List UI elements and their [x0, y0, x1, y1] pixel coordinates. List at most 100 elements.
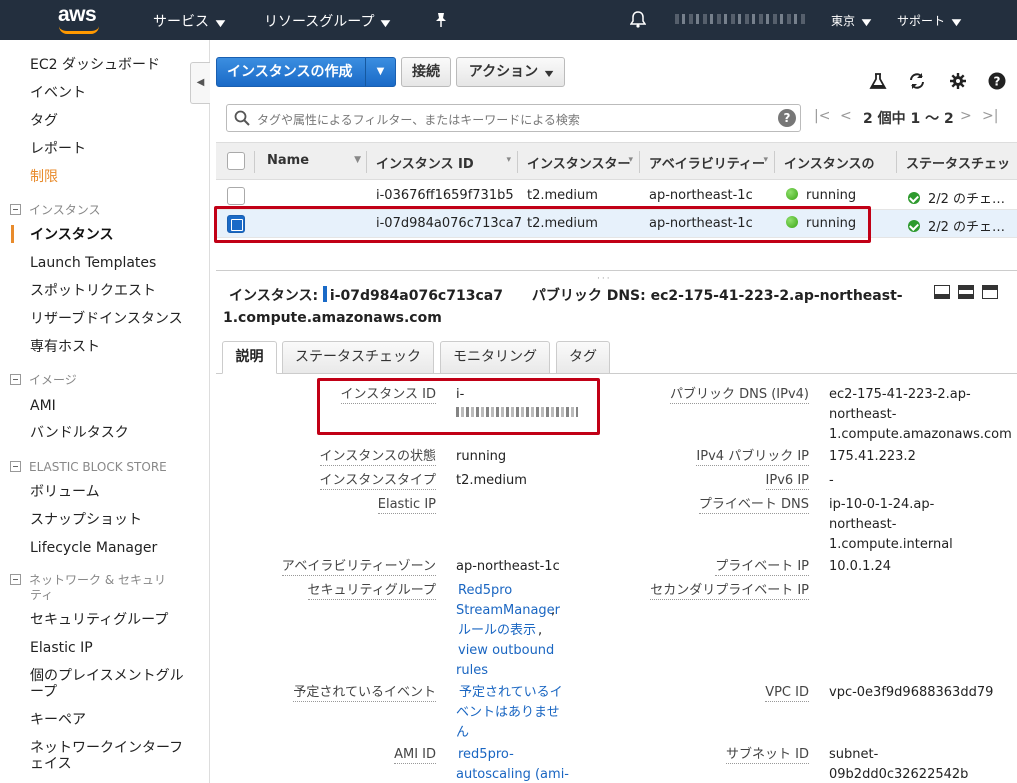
- sidebar-item-dedicated-hosts[interactable]: 専有ホスト: [30, 339, 100, 355]
- vpc-id-label: VPC ID: [765, 683, 809, 703]
- scheduled-events-link-cont[interactable]: ベントはありませ: [456, 703, 560, 723]
- first-page-button[interactable]: |<: [814, 108, 830, 124]
- collapse-icon: [10, 574, 21, 585]
- sidebar-item-lifecycle-manager[interactable]: Lifecycle Manager: [30, 540, 157, 556]
- column-divider: [639, 151, 640, 173]
- region-menu[interactable]: 東京 ▼: [831, 12, 872, 29]
- resource-groups-menu[interactable]: リソースグループ ▼: [264, 11, 391, 31]
- services-label: サービス: [153, 14, 209, 30]
- public-dns-value-cont: 1.compute.amazonaws.com: [223, 310, 442, 326]
- bell-icon[interactable]: [630, 11, 646, 28]
- cell-availability-zone: ap-northeast-1c: [649, 188, 753, 203]
- sidebar-section-network-security[interactable]: ネットワーク & セキュリ: [10, 573, 166, 587]
- sidebar-item-events[interactable]: イベント: [30, 85, 86, 101]
- security-groups-label: セキュリティグループ: [307, 581, 437, 601]
- security-group-link[interactable]: Red5pro: [458, 581, 512, 601]
- ami-id-link-cont[interactable]: autoscaling (ami-: [456, 765, 569, 783]
- sidebar-item-placement-groups[interactable]: 個のプレイスメントグル: [30, 668, 184, 684]
- support-label: サポート: [897, 14, 946, 28]
- chevron-down-icon: ▼: [861, 18, 872, 28]
- column-divider: [896, 151, 897, 173]
- view-rules-link[interactable]: ルールの表示: [458, 621, 536, 641]
- sidebar-item-snapshots[interactable]: スナップショット: [30, 512, 142, 528]
- sidebar-item-reserved-instances[interactable]: リザーブドインスタンス: [30, 311, 183, 327]
- collapse-icon: [10, 204, 21, 215]
- sidebar-item-ec2-dashboard[interactable]: EC2 ダッシュボード: [30, 57, 160, 73]
- sidebar-section-images[interactable]: イメージ: [10, 373, 77, 387]
- sidebar-item-spot-requests[interactable]: スポットリクエスト: [30, 283, 156, 299]
- sidebar-item-limits[interactable]: 制限: [30, 169, 58, 185]
- sidebar-item-network-interfaces-cont[interactable]: ェイス: [30, 756, 72, 772]
- aws-logo[interactable]: aws: [58, 3, 97, 27]
- sidebar-item-launch-templates[interactable]: Launch Templates: [30, 255, 156, 271]
- sidebar-section-instances[interactable]: インスタンス: [10, 203, 101, 217]
- drag-handle-icon[interactable]: ···: [597, 274, 612, 284]
- next-page-button[interactable]: >: [960, 108, 972, 124]
- security-group-link-cont[interactable]: StreamManager: [456, 601, 560, 621]
- sidebar-item-ami[interactable]: AMI: [30, 398, 56, 414]
- sidebar-item-instances[interactable]: インスタンス: [30, 227, 113, 243]
- prev-page-button[interactable]: <: [840, 108, 852, 124]
- support-menu[interactable]: サポート ▼: [897, 12, 961, 29]
- ipv6-ip-label: IPv6 IP: [765, 471, 810, 491]
- sidebar-item-volumes[interactable]: ボリューム: [30, 484, 100, 500]
- create-instance-button[interactable]: インスタンスの作成 ▼: [216, 57, 396, 87]
- column-header-availability-zone[interactable]: アベイラビリティー ▾: [649, 153, 768, 172]
- column-divider: [774, 151, 775, 173]
- help-icon[interactable]: ?: [988, 72, 1006, 90]
- services-menu[interactable]: サービス ▼: [153, 11, 225, 31]
- instance-state-label: インスタンスの状態: [319, 447, 437, 467]
- column-header-instance-type[interactable]: インスタンスター ▾: [527, 153, 633, 172]
- column-header-status-checks[interactable]: ステータスチェッ: [906, 153, 1017, 172]
- account-menu[interactable]: [675, 14, 805, 24]
- help-icon[interactable]: ?: [778, 109, 796, 127]
- connect-button[interactable]: 接続: [401, 57, 451, 87]
- create-instance-label: インスタンスの作成: [227, 64, 353, 80]
- ipv4-public-ip-label: IPv4 パブリック IP: [696, 447, 809, 467]
- column-header-instance-state[interactable]: インスタンスの: [784, 153, 888, 172]
- sidebar-item-placement-groups-cont[interactable]: ープ: [30, 684, 57, 700]
- sidebar-item-reports[interactable]: レポート: [30, 141, 86, 157]
- search-placeholder: タグや属性によるフィルター、またはキーワードによる検索: [257, 113, 580, 127]
- scheduled-events-link-cont[interactable]: ん: [456, 723, 469, 743]
- sidebar-item-tags[interactable]: タグ: [30, 113, 58, 129]
- sidebar-item-security-groups[interactable]: セキュリティグループ: [30, 612, 168, 628]
- sidebar-item-network-interfaces[interactable]: ネットワークインターフ: [30, 740, 183, 756]
- layout-split-icon[interactable]: [958, 285, 974, 299]
- view-outbound-rules-link-cont[interactable]: rules: [456, 661, 488, 681]
- active-indicator: [11, 225, 14, 243]
- sidebar-collapse-button[interactable]: ◀: [190, 62, 210, 104]
- flask-icon[interactable]: [869, 72, 887, 90]
- view-outbound-rules-link[interactable]: view outbound: [458, 641, 554, 661]
- sidebar-item-key-pairs[interactable]: キーペア: [30, 712, 86, 728]
- chevron-down-icon[interactable]: ▼: [365, 58, 395, 86]
- layout-top-icon[interactable]: [982, 285, 998, 299]
- refresh-icon[interactable]: [908, 72, 926, 90]
- public-dns-ipv4-value-cont: northeast-: [829, 407, 897, 422]
- actions-button[interactable]: アクション ▼: [456, 57, 565, 87]
- column-header-instance-id[interactable]: インスタンス ID ▾: [376, 153, 511, 172]
- tab-status-checks[interactable]: ステータスチェック: [282, 341, 434, 374]
- tab-description[interactable]: 説明: [222, 341, 277, 374]
- row-checkbox[interactable]: [227, 187, 245, 205]
- pin-icon[interactable]: [434, 12, 448, 28]
- tab-monitoring[interactable]: モニタリング: [440, 341, 550, 374]
- tab-tags[interactable]: タグ: [556, 341, 610, 374]
- scheduled-events-link[interactable]: 予定されているイ: [459, 683, 563, 703]
- sidebar-section-ebs[interactable]: ELASTIC BLOCK STORE: [10, 460, 167, 474]
- highlight-box: [317, 378, 600, 435]
- column-label: インスタンスター: [527, 157, 631, 172]
- sidebar-item-elastic-ip[interactable]: Elastic IP: [30, 640, 93, 656]
- cell-status-checks: 2/2 のチェ…: [908, 188, 1005, 207]
- state-label: running: [806, 188, 857, 203]
- search-filter-input[interactable]: タグや属性によるフィルター、またはキーワードによる検索 ?: [226, 104, 801, 132]
- column-header-name[interactable]: Name ▼: [267, 153, 361, 168]
- ami-id-link[interactable]: red5pro-: [458, 745, 514, 765]
- gear-icon[interactable]: [949, 72, 967, 90]
- separator: ,: [538, 623, 543, 638]
- layout-bottom-icon[interactable]: [934, 285, 950, 299]
- select-all-checkbox[interactable]: [227, 152, 245, 170]
- sidebar-item-bundle-tasks[interactable]: バンドルタスク: [30, 425, 129, 441]
- last-page-button[interactable]: >|: [982, 108, 998, 124]
- pane-splitter[interactable]: [216, 270, 1017, 271]
